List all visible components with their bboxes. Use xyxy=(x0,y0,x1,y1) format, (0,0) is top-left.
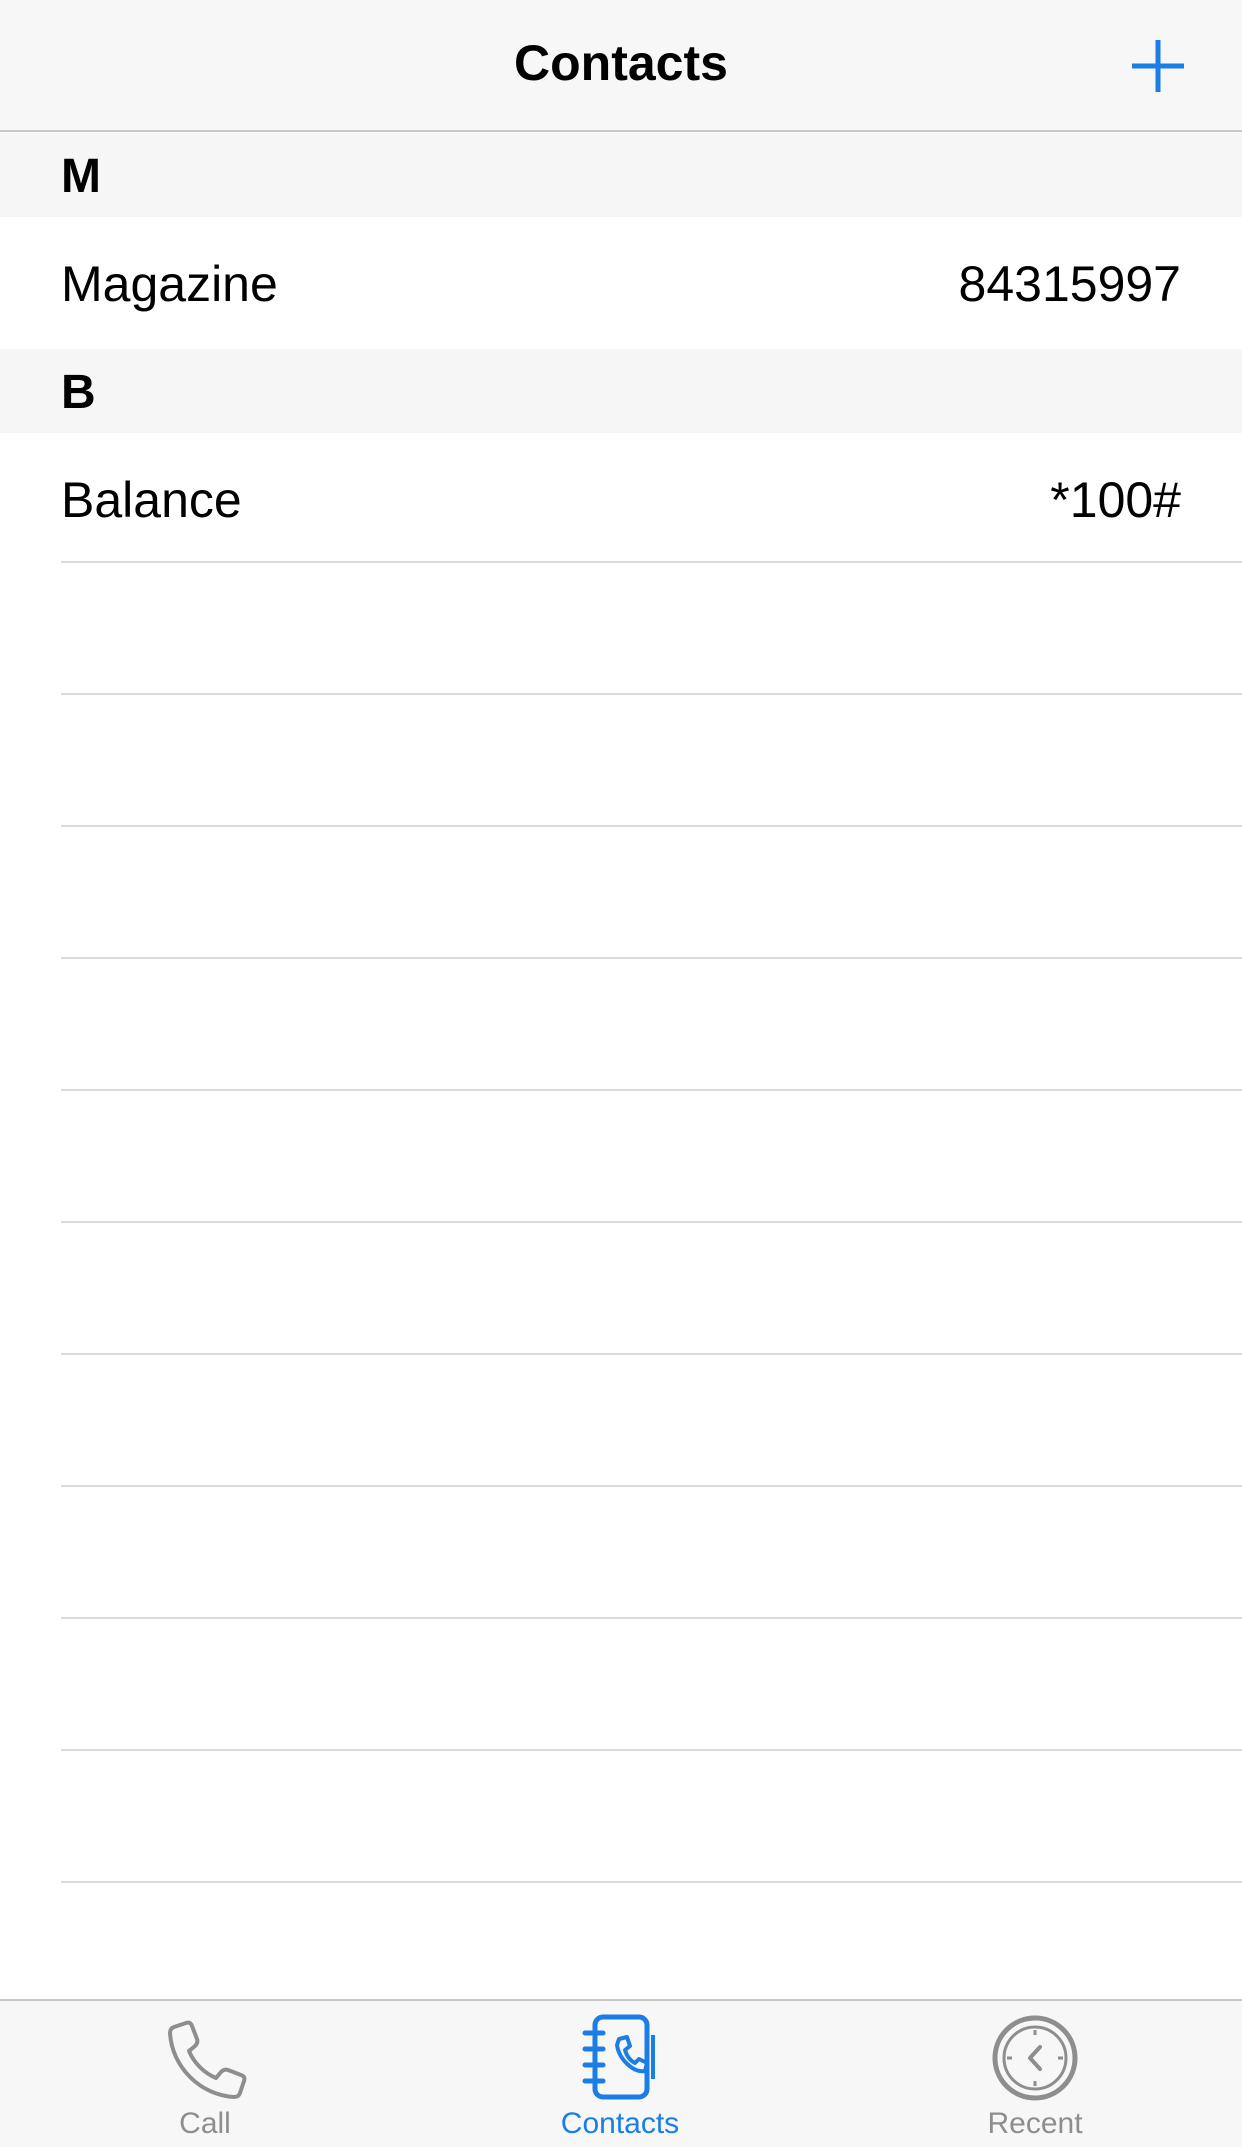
add-contact-button[interactable] xyxy=(1128,36,1188,96)
contacts-book-icon xyxy=(582,2014,655,2100)
page-title: Contacts xyxy=(514,35,728,91)
row-separator xyxy=(61,1881,1242,1883)
tab-label: Contacts xyxy=(560,2107,680,2140)
row-separator xyxy=(61,1089,1242,1091)
section-letter: M xyxy=(61,150,101,203)
section-letter: B xyxy=(61,366,96,419)
row-separator xyxy=(61,957,1242,959)
section-header-b: B xyxy=(0,349,1242,433)
contact-name: Balance xyxy=(61,472,242,528)
contact-name: Magazine xyxy=(61,256,278,312)
navigation-bar: Contacts xyxy=(0,0,1242,132)
row-separator xyxy=(61,693,1242,695)
tab-call[interactable]: Call xyxy=(85,2001,325,2147)
contact-number: *100# xyxy=(1050,472,1181,528)
tab-label: Recent xyxy=(987,2107,1083,2140)
tab-label: Call xyxy=(179,2107,231,2140)
phone-icon xyxy=(168,2020,247,2099)
row-separator xyxy=(61,561,1242,563)
contact-row[interactable]: Balance *100# xyxy=(0,433,1242,565)
row-separator xyxy=(61,1749,1242,1751)
row-separator xyxy=(61,1617,1242,1619)
row-separator xyxy=(61,825,1242,827)
contact-number: 84315997 xyxy=(958,256,1181,312)
row-separator xyxy=(61,1221,1242,1223)
row-separator xyxy=(61,1353,1242,1355)
tab-bar: Call Contacts Recent xyxy=(0,1999,1242,2147)
tab-contacts[interactable]: Contacts xyxy=(500,2001,740,2147)
contacts-screen: Contacts M Magazine 84315997 B Balance *… xyxy=(0,0,1242,2147)
tab-recent[interactable]: Recent xyxy=(915,2001,1155,2147)
clock-icon xyxy=(992,2015,1078,2101)
plus-icon xyxy=(1132,40,1184,92)
section-header-m: M xyxy=(0,133,1242,217)
row-separator xyxy=(61,1485,1242,1487)
contact-row[interactable]: Magazine 84315997 xyxy=(0,217,1242,349)
